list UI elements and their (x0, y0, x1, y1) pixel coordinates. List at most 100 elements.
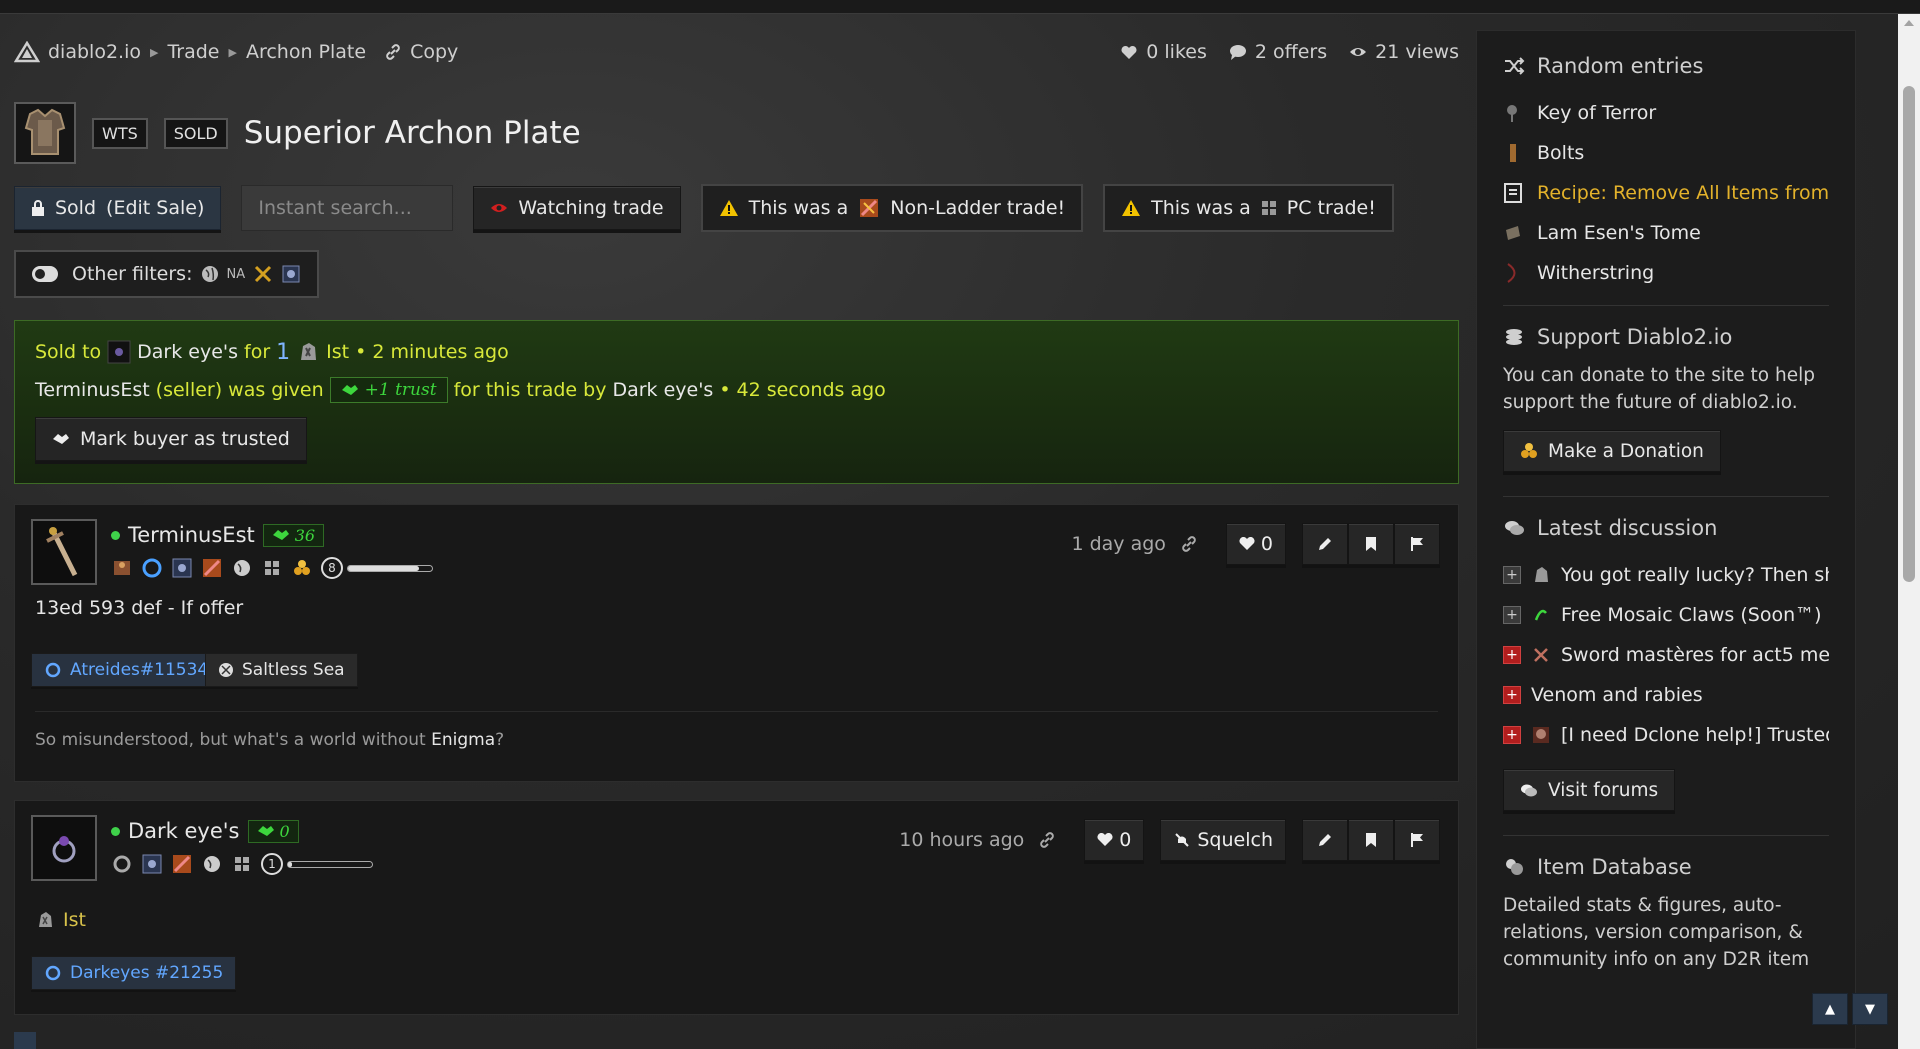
report-button[interactable] (1394, 523, 1440, 565)
battlenet-icon (113, 855, 131, 873)
rune-name[interactable]: Ist (326, 341, 349, 363)
user-level: 1 (261, 853, 283, 875)
ist-rune-icon (301, 343, 317, 360)
post-header: Dark eye's 0 (111, 819, 299, 843)
edit-sale-label: (Edit Sale) (106, 197, 205, 219)
discussion-item[interactable]: + Free Mosaic Claws (Soon™) (1503, 595, 1829, 635)
scroll-arrow-up-icon[interactable] (1904, 20, 1914, 26)
scroll-down-button[interactable]: ▼ (1852, 993, 1888, 1025)
toggle-icon[interactable] (32, 266, 58, 282)
avatar[interactable] (31, 815, 97, 881)
search-input[interactable]: Instant search... (241, 185, 454, 231)
random-entry[interactable]: Recipe: Remove All Items from S... (1503, 173, 1829, 213)
buyer-name[interactable]: Dark eye's (137, 341, 238, 363)
globe-icon (234, 560, 250, 576)
other-filters[interactable]: Other filters: NA (14, 250, 320, 298)
post-time[interactable]: 10 hours ago (899, 829, 1024, 851)
sold-to-label: Sold to (35, 341, 102, 363)
random-entry-label: Witherstring (1537, 262, 1655, 284)
visit-forums-button[interactable]: Visit forums (1503, 769, 1676, 811)
discussion-item[interactable]: + You got really lucky? Then sh... (1503, 555, 1829, 595)
like-button[interactable]: 0 (1084, 819, 1145, 861)
random-entry[interactable]: Key of Terror (1503, 93, 1829, 133)
for-label: for (244, 341, 271, 363)
trust-line: TerminusEst (seller) was given +1 trust … (35, 371, 1438, 409)
handshake-icon (341, 385, 358, 395)
squelch-button[interactable]: Squelch (1160, 819, 1286, 861)
level-progress-bar (287, 860, 373, 868)
bookmark-button[interactable] (1348, 523, 1394, 565)
for-trade-by: for this trade by (453, 379, 607, 401)
permalink-icon[interactable] (1038, 831, 1056, 849)
main-column: diablo2.io ▶ Trade ▶ Archon Plate Copy 0… (14, 30, 1459, 1015)
signature-text: So misunderstood, but what's a world wit… (35, 730, 426, 750)
post-time[interactable]: 1 day ago (1071, 533, 1165, 555)
ladder-warning-post: Non-Ladder trade! (890, 197, 1066, 219)
item-db-text: Detailed stats & figures, auto-relations… (1503, 895, 1810, 970)
bookmark-button[interactable] (1348, 819, 1394, 861)
report-button[interactable] (1394, 819, 1440, 861)
discussion-label: You got really lucky? Then sh... (1561, 564, 1829, 586)
copy-link[interactable]: Copy (410, 41, 458, 63)
post-username[interactable]: Dark eye's (128, 819, 240, 843)
like-button[interactable]: 0 (1225, 523, 1286, 565)
non-ladder-icon (173, 855, 191, 873)
page-scrollbar[interactable] (1898, 14, 1920, 1049)
bookmark-icon (1366, 833, 1376, 847)
donate-button[interactable]: Make a Donation (1503, 430, 1721, 472)
sidebar: Random entries Key of Terror Bolts Recip… (1476, 30, 1856, 1049)
watching-button[interactable]: Watching trade (473, 186, 681, 230)
softcore-icon (282, 265, 300, 283)
edit-button[interactable] (1302, 819, 1348, 861)
discussion-item[interactable]: + [I need Dclone help!] Trusted ... (1503, 715, 1829, 755)
scroll-up-button[interactable]: ▲ (1812, 993, 1848, 1025)
mute-icon (1175, 833, 1190, 847)
post-username[interactable]: TerminusEst (128, 523, 255, 547)
armor-icon (24, 108, 66, 155)
ladder-warning: This was a Non-Ladder trade! (700, 184, 1084, 232)
windows-icon (235, 857, 249, 871)
realm-tag[interactable]: Saltless Sea (205, 653, 358, 687)
battlenet-id: Atreides#11534 (70, 660, 209, 680)
post-actions: 10 hours ago 0 Squelch (899, 819, 1440, 861)
offer-rune[interactable]: Ist (63, 909, 86, 931)
discussion-item[interactable]: + Sword mastères for act5 merc (1503, 635, 1829, 675)
avatar[interactable] (31, 519, 97, 585)
random-entry[interactable]: Witherstring (1503, 253, 1829, 293)
divider (1503, 835, 1829, 836)
mark-buyer-label: Mark buyer as trusted (80, 428, 290, 450)
breadcrumb-sep-icon: ▶ (149, 45, 159, 59)
random-entry[interactable]: Lam Esen's Tome (1503, 213, 1829, 253)
item-db-title: Item Database (1537, 855, 1692, 879)
edit-button[interactable] (1302, 523, 1348, 565)
non-ladder-icon (203, 559, 221, 577)
trust-by-user[interactable]: Dark eye's (612, 379, 713, 401)
pencil-icon (1319, 538, 1331, 550)
donor-icon (1521, 443, 1537, 458)
signature-end: ? (495, 730, 505, 750)
ist-rune-icon (39, 912, 52, 927)
seller-name[interactable]: TerminusEst (35, 379, 150, 401)
random-entries-heading: Random entries (1503, 49, 1829, 83)
eye-watch-icon (491, 204, 508, 212)
signature-link[interactable]: Enigma (431, 730, 495, 750)
discussion-label: [I need Dclone help!] Trusted ... (1561, 724, 1829, 746)
sold-edit-button[interactable]: Sold (Edit Sale) (14, 186, 222, 230)
hot-topic-icon: + (1503, 726, 1521, 744)
random-entry[interactable]: Bolts (1503, 133, 1829, 173)
buyer-avatar-icon (107, 340, 131, 364)
mark-buyer-trusted-button[interactable]: Mark buyer as trusted (35, 417, 307, 461)
breadcrumb-trade[interactable]: Trade (167, 41, 219, 63)
wts-tag: WTS (92, 117, 148, 149)
discussion-item[interactable]: + Venom and rabies (1503, 675, 1829, 715)
random-entries-list: Key of Terror Bolts Recipe: Remove All I… (1503, 93, 1829, 293)
breadcrumb-site[interactable]: diablo2.io (48, 41, 141, 63)
windows-icon (1261, 201, 1276, 215)
permalink-icon[interactable] (1180, 535, 1198, 553)
battlenet-tag[interactable]: Darkeyes #21255 (31, 956, 237, 990)
heart-icon (1239, 537, 1255, 550)
breadcrumb-item[interactable]: Archon Plate (246, 41, 366, 63)
scrollbar-thumb[interactable] (1903, 86, 1915, 582)
link-icon (386, 44, 400, 60)
post-body: 13ed 593 def - If offer (35, 597, 244, 619)
